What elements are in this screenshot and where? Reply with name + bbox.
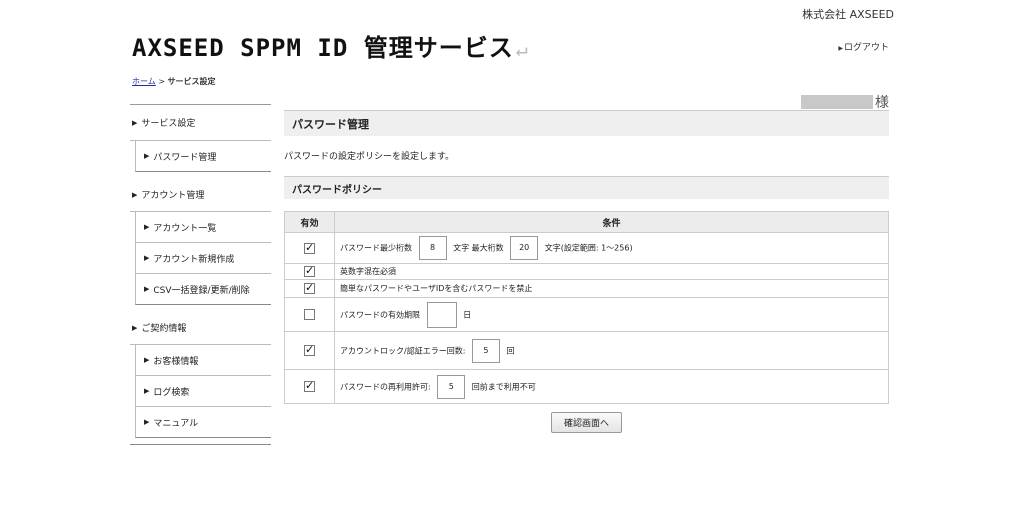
triangle-right-icon: ▶ <box>144 152 150 160</box>
sidebar-item-label: CSV一括登録/更新/削除 <box>153 285 250 296</box>
condition-label: 文字(設定範囲: 1〜256) <box>544 243 633 253</box>
min-length-checkbox[interactable] <box>304 241 315 254</box>
user-suffix: 様 <box>875 95 889 111</box>
sidebar-bottom-divider <box>130 444 271 448</box>
sidebar-item-account-create[interactable]: ▶ アカウント新規作成 <box>135 243 271 274</box>
sidebar-item-account-list[interactable]: ▶ アカウント一覧 <box>135 212 271 243</box>
user-display: 様 <box>801 92 889 112</box>
min-length-input[interactable]: 8 <box>418 236 447 260</box>
triangle-right-icon: ▶ <box>144 418 150 426</box>
sidebar-item-csv-bulk[interactable]: ▶ CSV一括登録/更新/削除 <box>135 274 271 305</box>
policy-table: 有効 条件 パスワード最少桁数 8 文字 最大桁数 20 文字(設定範囲: 1〜… <box>284 211 889 404</box>
triangle-right-icon: ▶ <box>144 356 150 364</box>
alnum-mix-checkbox[interactable] <box>304 264 315 277</box>
condition-label: 文字 最大桁数 <box>453 243 504 253</box>
breadcrumb-home[interactable]: ホーム <box>132 77 156 86</box>
confirm-button[interactable]: 確認画面へ <box>550 412 622 433</box>
reuse-checkbox[interactable] <box>304 379 315 392</box>
breadcrumb-separator: > <box>158 77 166 86</box>
breadcrumb: ホーム > サービス設定 <box>132 76 216 87</box>
sidebar-item-label: マニュアル <box>153 418 199 429</box>
lockout-checkbox[interactable] <box>304 343 315 356</box>
sidebar-section-label: サービス設定 <box>141 119 196 129</box>
table-row: パスワード最少桁数 8 文字 最大桁数 20 文字(設定範囲: 1〜256) <box>284 232 889 264</box>
condition-label: パスワードの再利用許可: <box>340 382 431 391</box>
expiry-days-input[interactable] <box>426 301 457 328</box>
page-title: パスワード管理 <box>284 110 889 136</box>
condition-label: パスワードの有効期限 <box>340 310 420 319</box>
condition-label: 回 <box>506 346 515 355</box>
sidebar-item-customer-info[interactable]: ▶ お客様情報 <box>135 345 271 376</box>
condition-label: アカウントロック/認証エラー回数: <box>340 346 466 355</box>
triangle-right-icon: ▶ <box>144 387 150 395</box>
condition-label: 日 <box>463 310 472 319</box>
max-length-input[interactable]: 20 <box>510 236 539 260</box>
sidebar-section-account-management[interactable]: ▶ アカウント管理 <box>130 178 271 212</box>
page-description: パスワードの設定ポリシーを設定します。 <box>284 152 455 162</box>
condition-label: 英数字混在必須 <box>334 263 889 280</box>
sidebar-section-contract-info[interactable]: ▶ ご契約情報 <box>130 311 271 345</box>
table-row: 英数字混在必須 <box>284 263 889 280</box>
condition-label: 簡単なパスワードやユーザIDを含むパスワードを禁止 <box>334 279 889 298</box>
logout-label: ログアウト <box>843 43 889 53</box>
table-row: パスワードの有効期限 日 <box>284 297 889 332</box>
table-row: 簡単なパスワードやユーザIDを含むパスワードを禁止 <box>284 279 889 298</box>
table-header-row: 有効 条件 <box>284 211 889 233</box>
simple-password-checkbox[interactable] <box>304 281 315 294</box>
sidebar-section-label: ご契約情報 <box>141 324 187 334</box>
triangle-right-icon: ▶ <box>144 285 150 293</box>
main-content: パスワード管理 パスワードの設定ポリシーを設定します。 パスワードポリシー 有効… <box>284 110 889 433</box>
app-title: AXSEED SPPM ID 管理サービス ↵ <box>132 28 529 63</box>
logout-link[interactable]: ▶ログアウト <box>838 40 889 53</box>
sidebar-item-label: アカウント新規作成 <box>153 254 235 265</box>
return-icon: ↵ <box>515 37 529 61</box>
triangle-right-icon: ▶ <box>838 45 843 52</box>
sidebar-section-service-settings[interactable]: ▶ サービス設定 <box>130 105 271 141</box>
expiry-checkbox[interactable] <box>304 309 315 320</box>
sidebar-item-label: パスワード管理 <box>153 152 217 163</box>
app-title-text: AXSEED SPPM ID 管理サービス <box>132 34 514 62</box>
sidebar-section-label: アカウント管理 <box>141 191 205 201</box>
triangle-right-icon: ▶ <box>132 118 138 127</box>
triangle-right-icon: ▶ <box>132 323 138 332</box>
company-name: 株式会社 AXSEED <box>802 8 894 21</box>
condition-label: パスワード最少桁数 <box>340 243 412 253</box>
sidebar-item-password-management[interactable]: ▶ パスワード管理 <box>135 141 271 172</box>
sidebar: ▶ サービス設定 ▶ パスワード管理 ▶ アカウント管理 ▶ アカウント一覧 ▶ アカウン… <box>130 104 271 448</box>
column-header-condition: 条件 <box>334 211 889 233</box>
user-name-redacted <box>801 95 873 109</box>
sidebar-item-label: お客様情報 <box>153 356 199 367</box>
section-title: パスワードポリシー <box>284 176 889 199</box>
triangle-right-icon: ▶ <box>144 254 150 262</box>
breadcrumb-current: サービス設定 <box>167 77 216 86</box>
lockout-count-input[interactable]: 5 <box>471 338 500 363</box>
condition-label: 回前まで利用不可 <box>471 382 536 391</box>
reuse-count-input[interactable]: 5 <box>437 374 466 399</box>
sidebar-item-label: ログ検索 <box>153 387 190 398</box>
table-row: アカウントロック/認証エラー回数: 5 回 <box>284 331 889 370</box>
column-header-enabled: 有効 <box>284 211 335 233</box>
triangle-right-icon: ▶ <box>132 190 138 199</box>
table-row: パスワードの再利用許可: 5 回前まで利用不可 <box>284 369 889 404</box>
sidebar-item-manual[interactable]: ▶ マニュアル <box>135 407 271 438</box>
sidebar-item-log-search[interactable]: ▶ ログ検索 <box>135 376 271 407</box>
triangle-right-icon: ▶ <box>144 223 150 231</box>
sidebar-item-label: アカウント一覧 <box>153 223 217 234</box>
